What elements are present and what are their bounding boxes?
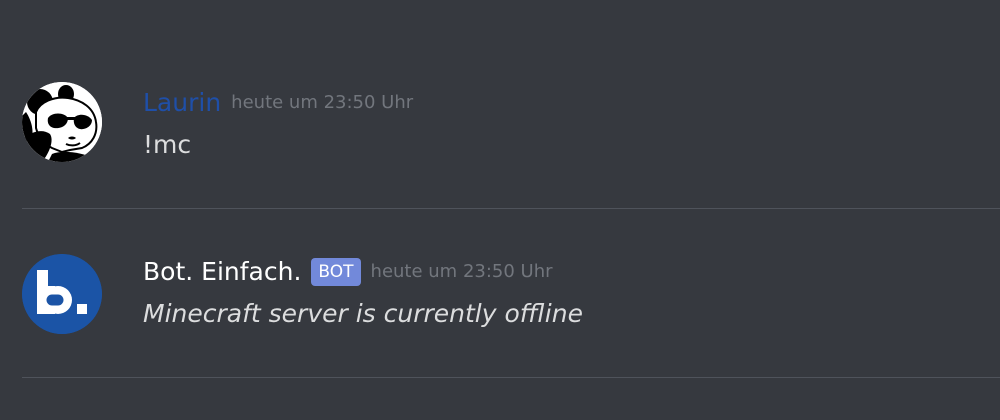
- message-content-bot: Bot. Einfach. BOT heute um 23:50 Uhr Min…: [143, 255, 980, 331]
- message-text: Minecraft server is currently offline: [143, 299, 583, 328]
- message-item-bot: Bot. Einfach. BOT heute um 23:50 Uhr Min…: [0, 209, 1000, 377]
- username-bot-einfach[interactable]: Bot. Einfach.: [143, 255, 301, 289]
- message-timestamp: heute um 23:50 Uhr: [231, 92, 414, 113]
- message-header: Bot. Einfach. BOT heute um 23:50 Uhr: [143, 255, 980, 289]
- panda-sunglasses-avatar-icon: [22, 82, 102, 162]
- bot-tag-badge: BOT: [311, 258, 361, 286]
- bot-einfach-logo-icon: [22, 254, 102, 334]
- message-text: !mc: [143, 130, 192, 159]
- message-divider: [22, 377, 1000, 378]
- message-timestamp: heute um 23:50 Uhr: [370, 261, 553, 282]
- message-header: Laurin heute um 23:50 Uhr: [143, 86, 980, 120]
- message-item-laurin: Laurin heute um 23:50 Uhr !mc: [0, 0, 1000, 208]
- username-laurin[interactable]: Laurin: [143, 86, 221, 120]
- avatar-laurin[interactable]: [22, 82, 102, 162]
- message-content-laurin: Laurin heute um 23:50 Uhr !mc: [143, 86, 980, 162]
- avatar-bot-einfach[interactable]: [22, 254, 102, 334]
